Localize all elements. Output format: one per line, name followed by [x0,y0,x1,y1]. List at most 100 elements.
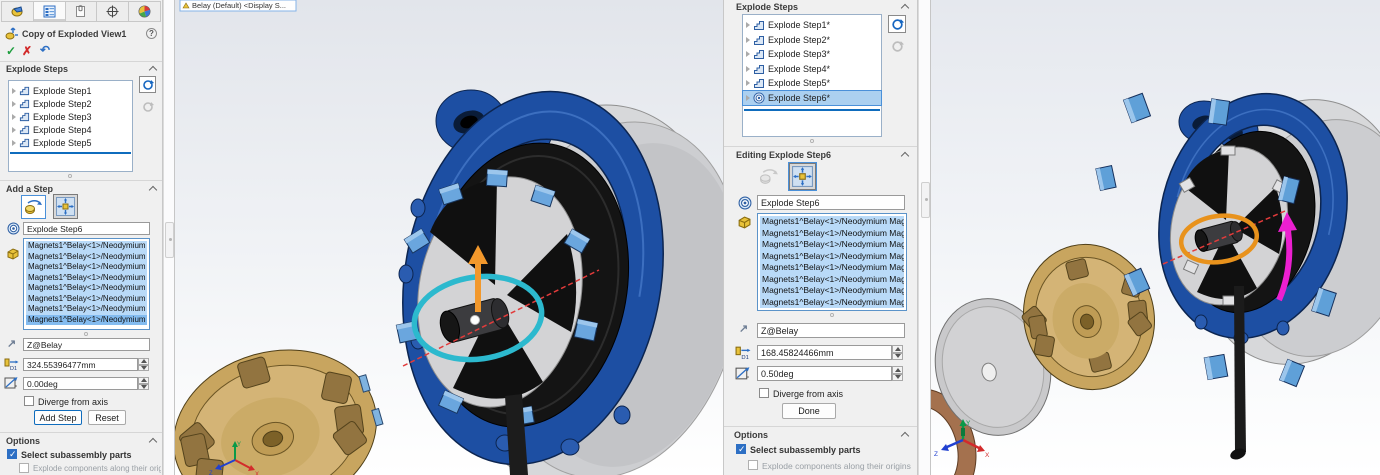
undo-button[interactable]: ↶ [40,43,50,57]
component-row[interactable]: Magnets1^Belay<1>/Neodymium Magn [760,216,904,228]
select-subassembly-checkbox[interactable] [7,449,17,459]
explode-steps-header[interactable]: Explode Steps [736,2,798,12]
expand-arrow-icon[interactable] [12,140,16,146]
select-subassembly-checkbox[interactable] [736,444,746,454]
explode-step-row[interactable]: Explode Step2* [743,33,881,48]
component-row[interactable]: Magnets1^Belay<1>/Neodymium Magn [26,304,147,315]
resize-dot[interactable] [68,174,72,178]
options-header[interactable]: Options [6,436,40,446]
spin-down-icon[interactable] [138,384,149,391]
resize-dot[interactable] [830,313,834,317]
tab-assembly-visualization[interactable] [2,2,34,21]
component-row[interactable]: Magnets1^Belay<1>/Neodymium Magn [26,294,147,305]
explode-step-row[interactable]: Explode Step1* [743,18,881,33]
panel-splitter-left[interactable] [163,0,175,475]
expand-arrow-icon[interactable] [746,66,750,72]
collapse-chevron-icon[interactable] [901,432,909,440]
expand-arrow-icon[interactable] [12,127,16,133]
help-icon[interactable]: ? [146,28,157,39]
editing-step-header[interactable]: Editing Explode Step6 [736,150,831,160]
splitter-handle[interactable] [921,182,930,218]
explode-distance-field[interactable]: 168.45824466mm [757,345,892,360]
diverge-from-axis-checkbox[interactable] [24,396,34,406]
options-header[interactable]: Options [734,430,768,440]
manipulator-origin-dot[interactable] [471,316,480,325]
diverge-from-axis-checkbox[interactable] [759,388,769,398]
component-row[interactable]: Magnets1^Belay<1>/Neodymium Magn [760,285,904,297]
splitter-handle[interactable] [165,222,174,258]
spin-up-icon[interactable] [892,345,903,353]
explode-step-tool-button-2[interactable] [139,98,156,115]
step-name-field[interactable]: Explode Step6 [757,195,905,210]
tab-configuration-manager[interactable] [66,2,98,21]
tab-dimxpert-manager[interactable] [97,2,129,21]
component-row[interactable]: Magnets1^Belay<1>/Neodymium Magn [760,274,904,286]
collapse-chevron-icon[interactable] [149,66,157,74]
explode-step-tool-button-2[interactable] [888,37,906,55]
explode-step-row[interactable]: Explode Step5* [743,76,881,91]
radial-explode-step-button[interactable] [789,163,816,190]
explode-distance-field[interactable]: 324.55396477mm [23,358,138,371]
distance-spinner[interactable] [138,358,149,371]
explode-step-tool-button[interactable] [888,15,906,33]
assembly-tree-root[interactable]: Belay (Default) <Display S... [180,0,296,11]
component-row[interactable]: Magnets1^Belay<1>/Neodymium Magn [26,283,147,294]
resize-dot[interactable] [84,332,88,336]
component-row[interactable]: Magnets1^Belay<1>/Neodymium Magn [26,241,147,252]
component-row[interactable]: Magnets1^Belay<1>/Neodymium Magn [26,273,147,284]
expand-arrow-icon[interactable] [12,88,16,94]
component-row[interactable]: Magnets1^Belay<1>/Neodymium Magn [26,262,147,273]
done-button[interactable]: Done [782,403,836,419]
component-row[interactable]: Magnets1^Belay<1>/Neodymium Magn [760,251,904,263]
spin-down-icon[interactable] [892,353,903,361]
expand-arrow-icon[interactable] [746,80,750,86]
explode-step-row[interactable]: Explode Step4* [743,62,881,77]
angle-spinner[interactable] [892,366,903,381]
explode-step-tool-button[interactable] [139,76,156,93]
expand-arrow-icon[interactable] [746,95,750,101]
component-row[interactable]: Magnets1^Belay<1>/Neodymium Magn [26,315,147,326]
angle-spinner[interactable] [138,377,149,390]
step-name-field[interactable]: Explode Step6 [23,222,150,235]
regular-explode-step-button[interactable] [21,195,46,219]
explode-step-row[interactable]: Explode Step3* [743,47,881,62]
expand-arrow-icon[interactable] [746,51,750,57]
tab-feature-manager[interactable] [34,2,66,21]
expand-arrow-icon[interactable] [12,101,16,107]
explode-origins-checkbox[interactable] [19,463,29,473]
distance-spinner[interactable] [892,345,903,360]
collapse-chevron-icon[interactable] [149,186,157,194]
component-row[interactable]: Magnets1^Belay<1>/Neodymium Magn [760,228,904,240]
regular-explode-step-button[interactable] [755,164,782,189]
expand-arrow-icon[interactable] [746,37,750,43]
viewport-3d-secondary[interactable]: Y X Z [931,0,1380,475]
tab-display-manager[interactable] [129,2,160,21]
explode-steps-header[interactable]: Explode Steps [6,64,68,74]
add-a-step-header[interactable]: Add a Step [6,184,53,194]
explode-step-row[interactable]: Explode Step1 [9,84,132,97]
explode-step-row[interactable]: Explode Step4 [9,123,132,136]
rollback-bar[interactable] [10,152,131,154]
radial-explode-step-button[interactable] [53,194,78,219]
expand-arrow-icon[interactable] [12,114,16,120]
panel-splitter-right[interactable] [918,0,931,475]
collapse-chevron-icon[interactable] [901,4,909,12]
ok-button[interactable]: ✓ [6,44,16,58]
explode-step-row[interactable]: Explode Step5 [9,136,132,149]
explode-step-row[interactable]: Explode Step3 [9,110,132,123]
cancel-button[interactable]: ✗ [22,44,32,58]
direction-reference-field[interactable]: Z@Belay [757,323,905,338]
collapse-chevron-icon[interactable] [901,152,909,160]
reset-button[interactable]: Reset [88,410,126,425]
rotation-angle-field[interactable]: 0.50deg [757,366,892,381]
direction-reference-field[interactable]: Z@Belay [23,338,150,351]
component-row[interactable]: Magnets1^Belay<1>/Neodymium Magn [26,252,147,263]
expand-arrow-icon[interactable] [746,22,750,28]
viewport-3d-main-canvas[interactable]: Belay (Default) <Display S... Y X Z [175,0,723,475]
component-row[interactable]: Magnets1^Belay<1>/Neodymium Magn [760,297,904,309]
component-row[interactable]: Magnets1^Belay<1>/Neodymium Magn [760,262,904,274]
explode-origins-checkbox[interactable] [748,460,758,470]
resize-dot[interactable] [810,139,814,143]
rollback-bar[interactable] [744,109,880,111]
collapse-chevron-icon[interactable] [149,438,157,446]
